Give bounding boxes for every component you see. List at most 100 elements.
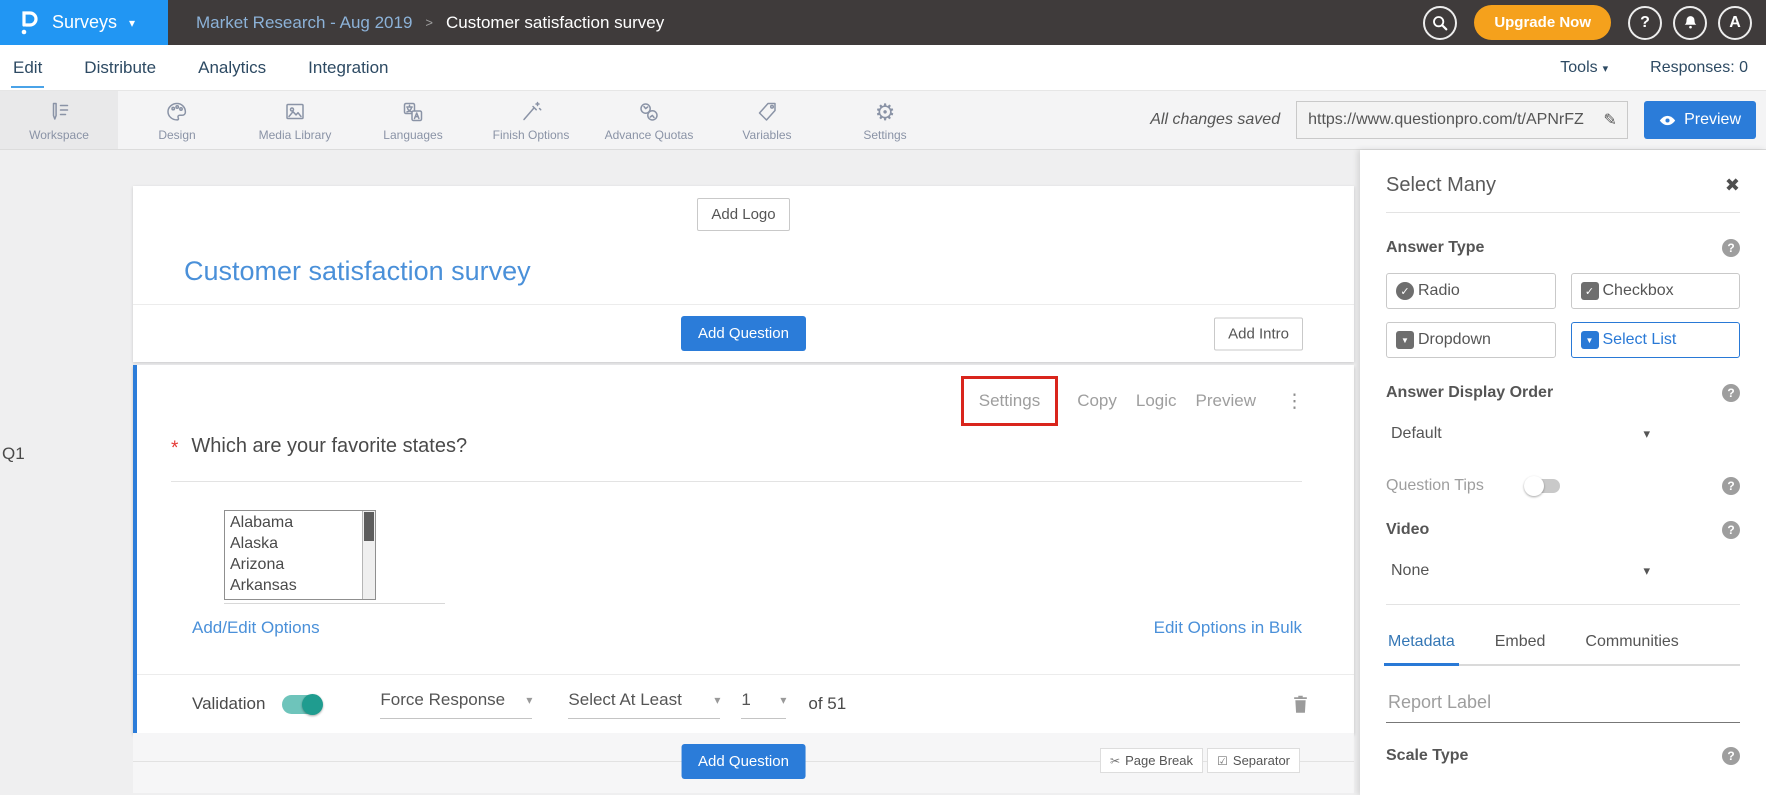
tab-metadata[interactable]: Metadata [1388, 633, 1455, 664]
question-text[interactable]: Which are your favorite states? [191, 435, 467, 460]
breadcrumb: Market Research - Aug 2019 > Customer sa… [196, 13, 664, 33]
tab-integration[interactable]: Integration [306, 47, 390, 88]
upgrade-now-button[interactable]: Upgrade Now [1474, 5, 1611, 40]
tab-embed[interactable]: Embed [1495, 633, 1546, 664]
nav-tabs: Edit Distribute Analytics Integration [11, 47, 390, 88]
validation-toggle[interactable] [282, 695, 322, 714]
eye-icon [1659, 114, 1676, 127]
answer-type-select-list[interactable]: ▼ Select List [1571, 322, 1741, 358]
validation-count-dropdown[interactable]: 1 ▾ [741, 690, 786, 719]
kebab-menu-icon[interactable]: ⋮ [1279, 390, 1310, 413]
answer-type-header: Answer Type ? [1386, 239, 1740, 257]
checkbox-icon: ✓ [1581, 282, 1599, 300]
scrollbar-thumb[interactable] [364, 512, 374, 541]
add-question-button-bottom[interactable]: Add Question [681, 744, 806, 779]
toolbar-item-variables[interactable]: Variables [708, 91, 826, 149]
toolbar-item-languages[interactable]: Languages [354, 91, 472, 149]
survey-header-actions: Add Question Add Intro [133, 305, 1354, 362]
divider [1386, 212, 1740, 213]
notifications-button[interactable] [1673, 6, 1707, 40]
question-copy-action[interactable]: Copy [1077, 391, 1117, 411]
answer-type-checkbox[interactable]: ✓ Checkbox [1571, 273, 1741, 309]
answer-display-order-label: Answer Display Order [1386, 384, 1553, 402]
finish-options-wand-icon [518, 98, 544, 126]
panel-tabs: Metadata Embed Communities [1386, 633, 1740, 666]
toolbar-item-workspace[interactable]: Workspace [0, 91, 118, 149]
question-tips-toggle[interactable] [1526, 479, 1560, 493]
add-edit-options-link[interactable]: Add/Edit Options [192, 618, 320, 638]
select-list-icon: ▼ [1581, 331, 1599, 349]
answer-type-dropdown[interactable]: ▼ Dropdown [1386, 322, 1556, 358]
list-item[interactable]: Alaska [230, 533, 362, 554]
settings-gear-icon: ⚙ [875, 98, 896, 126]
close-icon[interactable]: ✖ [1725, 175, 1740, 196]
answer-display-order-dropdown[interactable]: Default ▾ [1386, 425, 1650, 443]
edit-options-in-bulk-link[interactable]: Edit Options in Bulk [1154, 618, 1302, 638]
toolbar-item-settings[interactable]: ⚙ Settings [826, 91, 944, 149]
page-break-button[interactable]: ✂ Page Break [1100, 748, 1203, 773]
select-list-preview[interactable]: Alabama Alaska Arizona Arkansas [224, 510, 376, 600]
question-tips-label: Question Tips [1386, 477, 1484, 495]
question-text-row: * Which are your favorite states? [171, 435, 1302, 482]
toolbar-item-finish-options[interactable]: Finish Options [472, 91, 590, 149]
tab-analytics[interactable]: Analytics [196, 47, 268, 88]
survey-url-box: ✎ [1296, 101, 1628, 139]
page-break-scissors-icon: ✂ [1110, 754, 1120, 768]
question-tips-row: Question Tips ? [1386, 477, 1740, 495]
add-question-button-top[interactable]: Add Question [681, 316, 806, 351]
video-dropdown[interactable]: None ▾ [1386, 562, 1650, 580]
help-circle-icon[interactable]: ? [1722, 521, 1740, 539]
dropdown-icon: ▼ [1396, 331, 1414, 349]
tab-edit[interactable]: Edit [11, 47, 44, 88]
survey-title[interactable]: Customer satisfaction survey [184, 256, 1354, 287]
help-circle-icon[interactable]: ? [1722, 747, 1740, 765]
product-menu-label: Surveys [52, 12, 117, 33]
select-at-least-dropdown[interactable]: Select At Least ▾ [568, 690, 720, 719]
listbox-scrollbar[interactable] [362, 511, 375, 599]
question-settings-panel: Select Many ✖ Answer Type ? ✓ Radio ✓ Ch… [1360, 150, 1766, 795]
toolbar-right: All changes saved ✎ Preview [1150, 91, 1766, 149]
help-circle-icon[interactable]: ? [1722, 384, 1740, 402]
separator-button[interactable]: ☑ Separator [1207, 748, 1300, 773]
top-header: Surveys ▾ Market Research - Aug 2019 > C… [0, 0, 1766, 45]
delete-question-button[interactable] [1291, 693, 1310, 715]
toolbar-item-media-library[interactable]: Media Library [236, 91, 354, 149]
force-response-dropdown[interactable]: Force Response ▾ [380, 690, 532, 719]
preview-button[interactable]: Preview [1644, 101, 1756, 139]
answer-type-radio[interactable]: ✓ Radio [1386, 273, 1556, 309]
toolbar-item-design[interactable]: Design [118, 91, 236, 149]
languages-icon [400, 98, 426, 126]
user-avatar[interactable]: A [1718, 6, 1752, 40]
tab-distribute[interactable]: Distribute [82, 47, 158, 88]
option-links-row: Add/Edit Options Edit Options in Bulk [192, 618, 1302, 638]
help-circle-icon[interactable]: ? [1722, 239, 1740, 257]
question-logic-action[interactable]: Logic [1136, 391, 1177, 411]
question-settings-action[interactable]: Settings [979, 391, 1040, 410]
surveys-product-menu[interactable]: Surveys ▾ [0, 0, 168, 45]
responses-count[interactable]: Responses: 0 [1650, 59, 1748, 77]
edit-url-pencil-icon[interactable]: ✎ [1593, 110, 1627, 130]
list-item[interactable]: Arkansas [230, 575, 362, 596]
video-header: Video ? [1386, 521, 1740, 539]
list-item[interactable]: Alabama [230, 512, 362, 533]
breadcrumb-folder[interactable]: Market Research - Aug 2019 [196, 13, 412, 33]
select-list-options: Alabama Alaska Arizona Arkansas [225, 511, 362, 599]
help-circle-icon[interactable]: ? [1722, 477, 1740, 495]
section-nav: Edit Distribute Analytics Integration To… [0, 45, 1766, 90]
avatar-initial: A [1729, 14, 1741, 32]
survey-url-input[interactable] [1297, 111, 1593, 129]
tab-communities[interactable]: Communities [1585, 633, 1678, 664]
help-button[interactable]: ? [1628, 6, 1662, 40]
tools-menu[interactable]: Tools▾ [1560, 59, 1608, 77]
question-preview-action[interactable]: Preview [1196, 391, 1256, 411]
separator-checkbox-icon: ☑ [1217, 754, 1228, 768]
report-label-input[interactable] [1386, 692, 1740, 723]
add-logo-button[interactable]: Add Logo [697, 198, 789, 231]
toolbar-item-advance-quotas[interactable]: Advance Quotas [590, 91, 708, 149]
radio-icon: ✓ [1396, 282, 1414, 300]
search-button[interactable] [1423, 6, 1457, 40]
list-item[interactable]: Arizona [230, 554, 362, 575]
add-intro-button[interactable]: Add Intro [1214, 317, 1303, 350]
chevron-down-icon: ▾ [780, 693, 786, 707]
divider [1386, 604, 1740, 605]
